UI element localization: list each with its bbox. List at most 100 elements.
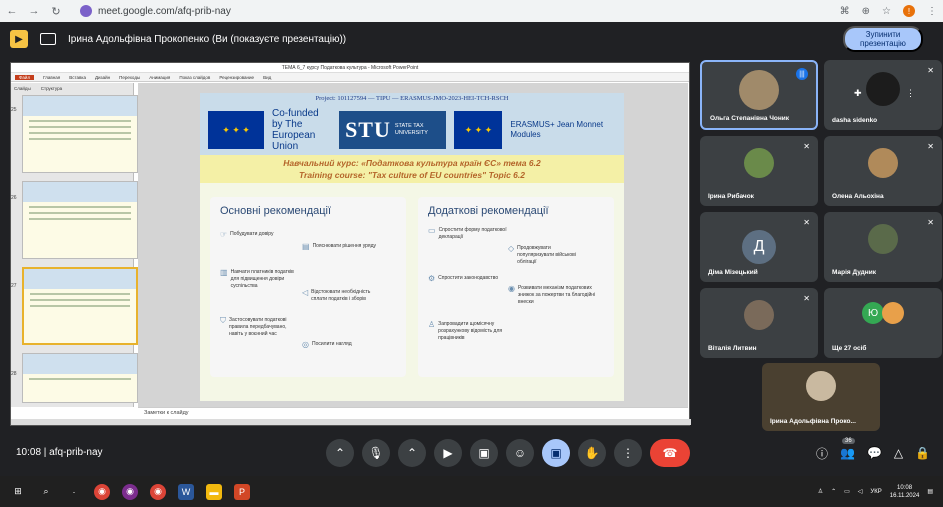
notifications-icon[interactable]: ▤ [927, 488, 933, 495]
chrome-icon[interactable]: ◉ [94, 483, 110, 500]
form-icon: ▭ [428, 226, 436, 235]
more-participants-tile[interactable]: Ю Ще 27 осіб [824, 288, 942, 358]
more-options-icon[interactable]: ⋮ [906, 88, 915, 99]
thumb-number: 27 [11, 283, 17, 289]
recommendation-item: ◉ Розвивати механізм податкових знижок за… [508, 284, 596, 306]
participant-avatar [744, 300, 774, 330]
participant-avatar [868, 224, 898, 254]
menu-icon[interactable]: ⋮ [927, 6, 937, 17]
participant-name: Марія Дудник [832, 269, 876, 276]
participant-tile[interactable]: ✕ Д Діма Мізецький [700, 212, 818, 282]
participant-tile[interactable]: ✕ Віталія Литвин [700, 288, 818, 358]
participant-tile[interactable]: ✕ Олена Альохіна [824, 136, 942, 206]
back-icon[interactable]: ← [6, 5, 18, 17]
additional-recommendations-card: Додаткові рекомендації ▭ Спростити форму … [418, 197, 614, 377]
start-icon[interactable]: ⊞ [10, 484, 26, 500]
slide-notes-field[interactable]: Заметки к слайду [138, 407, 688, 419]
camera-options-icon[interactable]: ⌃ [398, 439, 426, 467]
participant-count-badge: 36 [842, 438, 855, 444]
slide-thumbnail[interactable] [22, 95, 138, 173]
slide-thumbnails-pane: Слайды Структура 25 26 27 28 [11, 83, 138, 407]
eye-icon: ◎ [302, 340, 309, 349]
word-icon[interactable]: W [178, 483, 194, 500]
mic-options-icon[interactable]: ⌃ [326, 439, 354, 467]
camera-icon[interactable]: ▶ [434, 439, 462, 467]
participant-tile[interactable]: ||| Ольга Степанівна Чоник [700, 60, 818, 130]
translate-icon[interactable]: ⌘ [840, 6, 850, 17]
meeting-controls: ⌃ 🎙 ⌃ ▶ ▣ ☺ ▣ ✋ ⋮ ☎ [326, 438, 690, 468]
host-controls-icon[interactable]: 🔒 [915, 446, 930, 460]
pin-icon[interactable]: ✚ [854, 88, 862, 99]
participant-avatar [868, 148, 898, 178]
mic-icon[interactable]: 🎙 [362, 439, 390, 467]
ribbon-tab-home[interactable]: Главная [43, 75, 60, 80]
ribbon-tab-insert[interactable]: Вставка [69, 75, 86, 80]
people-icon[interactable]: 👥 36 [840, 438, 855, 460]
clock[interactable]: 10:08 16.11.2024 [890, 484, 920, 500]
recommendation-item: ▭ Спростити форму податкової декларації [428, 226, 507, 241]
self-view-tile[interactable]: Ірина Адольфівна Проко... [762, 363, 880, 431]
participant-tile[interactable]: ✕ Марія Дудник [824, 212, 942, 282]
ribbon-tab-slideshow[interactable]: Показ слайдов [179, 75, 210, 80]
participant-letter-avatar: Ю [862, 302, 884, 324]
search-icon[interactable]: ⌕ [38, 484, 54, 500]
ribbon-tab-view[interactable]: Вид [263, 75, 271, 80]
slide-thumbnail[interactable] [22, 353, 138, 403]
participant-avatar [744, 148, 774, 178]
current-slide[interactable]: Project: 101127594 — TIPU — ERASMUS-JMO-… [200, 93, 624, 401]
meet-logo-icon: ▶ [10, 30, 28, 48]
recommendation-item: ▥ Навчати платників податків для підвищен… [220, 268, 294, 290]
tray-expand-icon[interactable]: ⌃ [831, 488, 836, 495]
info-icon[interactable]: ⓘ [816, 445, 828, 462]
meeting-side-controls: ⓘ 👥 36 💬 △ 🔒 [816, 438, 930, 468]
user-icon[interactable]: ♙ [818, 488, 823, 495]
ribbon-tab-review[interactable]: Рецензирование [219, 75, 254, 80]
slide-thumbnail[interactable] [22, 181, 138, 259]
file-explorer-icon[interactable]: ▬ [206, 483, 222, 500]
task-view-icon[interactable]: · [66, 484, 82, 500]
presenter-label: Ірина Адольфівна Прокопенко (Ви (показує… [68, 33, 347, 45]
firefox-icon[interactable]: ◉ [122, 483, 138, 500]
powerpoint-icon[interactable]: P [234, 483, 250, 500]
update-icon[interactable]: ! [903, 5, 915, 17]
main-recommendations-card: Основні рекомендації ☞ Побудувати довіру … [210, 197, 406, 377]
forward-icon[interactable]: → [28, 5, 40, 17]
reload-icon[interactable]: ↻ [50, 5, 62, 18]
slide-thumbnail-selected[interactable] [22, 267, 138, 345]
participant-video [866, 72, 900, 106]
leave-call-icon[interactable]: ☎ [650, 439, 690, 467]
speaking-icon: ||| [796, 68, 808, 80]
raise-hand-icon[interactable]: ✋ [578, 439, 606, 467]
recommendation-item: ☞ Побудувати довіру [220, 230, 274, 239]
chat-icon[interactable]: 💬 [867, 446, 882, 460]
person-icon: ♙ [428, 320, 436, 329]
participant-tile[interactable]: ✕ ✚ ⋮ dasha sidenko [824, 60, 942, 130]
network-icon[interactable]: ▭ [844, 488, 850, 495]
ribbon-tab-file[interactable]: Файл [15, 74, 35, 80]
chrome-icon[interactable]: ◉ [150, 483, 166, 500]
ribbon-tab-transitions[interactable]: Переходы [119, 75, 140, 80]
emoji-icon[interactable]: ☺ [506, 439, 534, 467]
pane-tab-slides[interactable]: Слайды [14, 86, 31, 91]
participant-tile[interactable]: ✕ Ірина Рибачок [700, 136, 818, 206]
stop-presenting-button[interactable]: Зупинити презентацію [843, 26, 923, 52]
project-line: Project: 101127594 — TIPU — ERASMUS-JMO-… [200, 93, 624, 105]
mic-off-icon: ✕ [927, 218, 934, 227]
gear-icon: ⚙ [428, 274, 436, 283]
card-title: Додаткові рекомендації [428, 205, 549, 217]
pane-tab-outline[interactable]: Структура [41, 86, 62, 91]
volume-icon[interactable]: ◁ [858, 488, 863, 495]
language-indicator[interactable]: УКР [870, 489, 881, 495]
participant-name: dasha sidenko [832, 117, 878, 124]
ribbon-tab-design[interactable]: Дизайн [95, 75, 110, 80]
activities-icon[interactable]: △ [894, 446, 903, 460]
bookmark-star-icon[interactable]: ☆ [882, 6, 891, 17]
ribbon-tab-animation[interactable]: Анимация [149, 75, 170, 80]
mic-off-icon: ✕ [803, 218, 810, 227]
zoom-icon[interactable]: ⊕ [862, 6, 870, 17]
handshake-icon: ☞ [220, 230, 228, 239]
captions-icon[interactable]: ▣ [470, 439, 498, 467]
address-bar[interactable]: meet.google.com/afq-prib-nay [72, 2, 239, 20]
more-options-icon[interactable]: ⋮ [614, 439, 642, 467]
present-icon[interactable]: ▣ [542, 439, 570, 467]
